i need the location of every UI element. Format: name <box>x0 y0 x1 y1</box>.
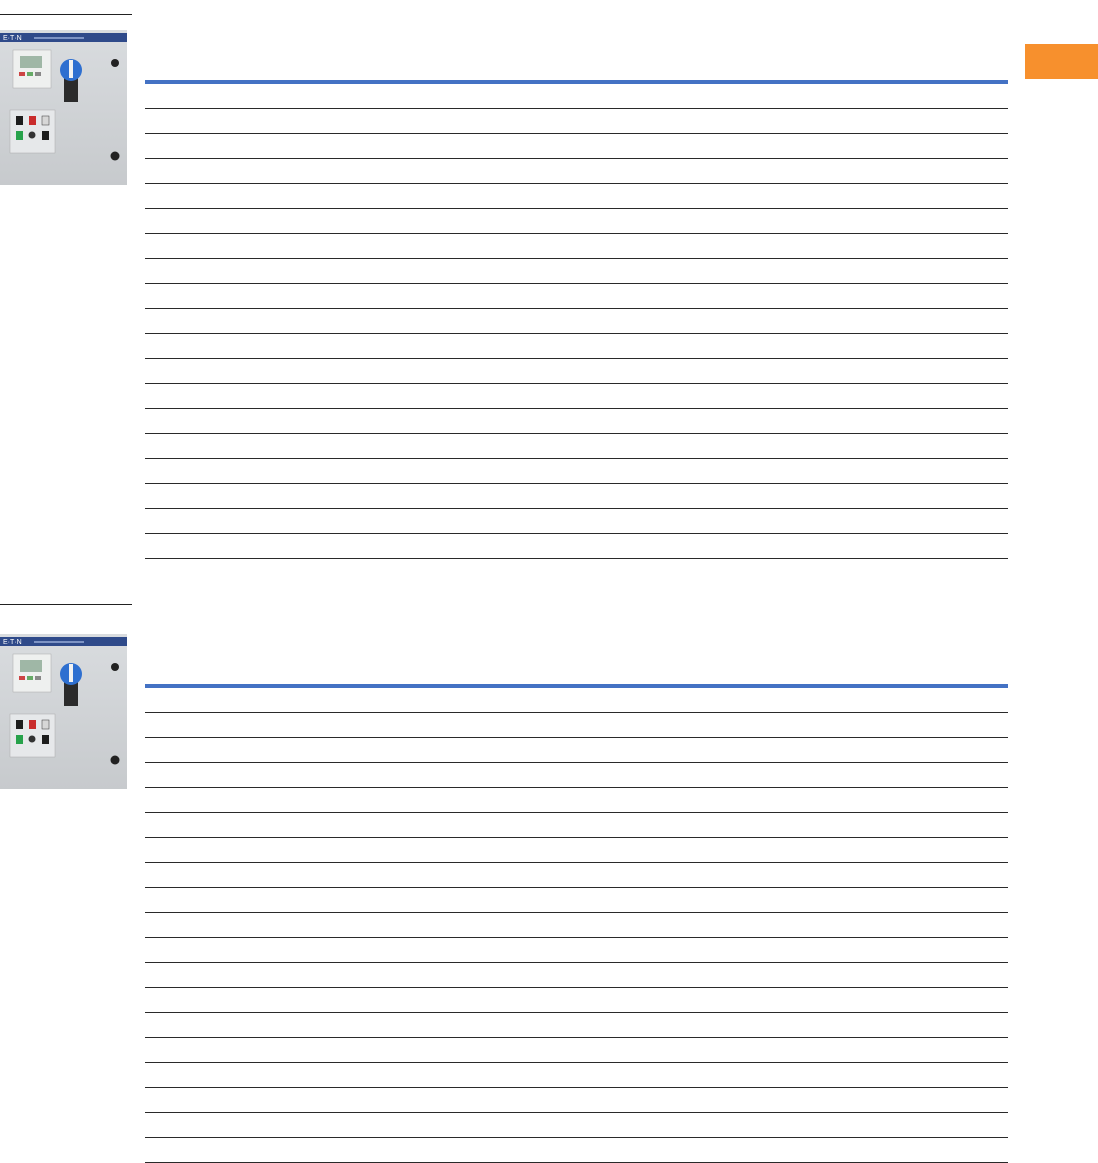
brand-text: E·T·N <box>3 35 22 42</box>
table-row <box>145 1113 1008 1138</box>
section-divider-rule <box>0 604 132 605</box>
table-row <box>145 134 1008 159</box>
section-divider-rule <box>0 14 132 15</box>
control-panel-photo: E·T·N <box>0 634 127 789</box>
table-row <box>145 309 1008 334</box>
table-row <box>145 938 1008 963</box>
table-row <box>145 788 1008 813</box>
table-row <box>145 888 1008 913</box>
table-row <box>145 763 1008 788</box>
table-row <box>145 484 1008 509</box>
table-row <box>145 109 1008 134</box>
table-row <box>145 434 1008 459</box>
table-row <box>145 334 1008 359</box>
table-row <box>145 259 1008 284</box>
control-panel-icon: E·T·N <box>0 634 127 789</box>
table-row <box>145 1013 1008 1038</box>
table-row <box>145 1138 1008 1163</box>
table-row <box>145 863 1008 888</box>
table-row <box>145 688 1008 713</box>
table-row <box>145 359 1008 384</box>
table-row <box>145 534 1008 559</box>
table-row <box>145 713 1008 738</box>
brand-text: E·T·N <box>3 639 22 646</box>
spec-table <box>145 684 1008 1163</box>
table-row <box>145 738 1008 763</box>
control-panel-photo: E·T·N <box>0 30 127 185</box>
table-row <box>145 234 1008 259</box>
table-row <box>145 1063 1008 1088</box>
spec-table <box>145 80 1008 559</box>
section-tab-marker <box>1025 44 1098 79</box>
table-row <box>145 1088 1008 1113</box>
table-row <box>145 509 1008 534</box>
table-row <box>145 384 1008 409</box>
table-row <box>145 84 1008 109</box>
table-row <box>145 284 1008 309</box>
table-row <box>145 409 1008 434</box>
control-panel-icon: E·T·N <box>0 30 127 185</box>
table-row <box>145 459 1008 484</box>
table-row <box>145 184 1008 209</box>
table-row <box>145 209 1008 234</box>
table-row <box>145 159 1008 184</box>
table-row <box>145 988 1008 1013</box>
table-row <box>145 813 1008 838</box>
table-row <box>145 963 1008 988</box>
table-row <box>145 913 1008 938</box>
table-row <box>145 1038 1008 1063</box>
table-row <box>145 838 1008 863</box>
